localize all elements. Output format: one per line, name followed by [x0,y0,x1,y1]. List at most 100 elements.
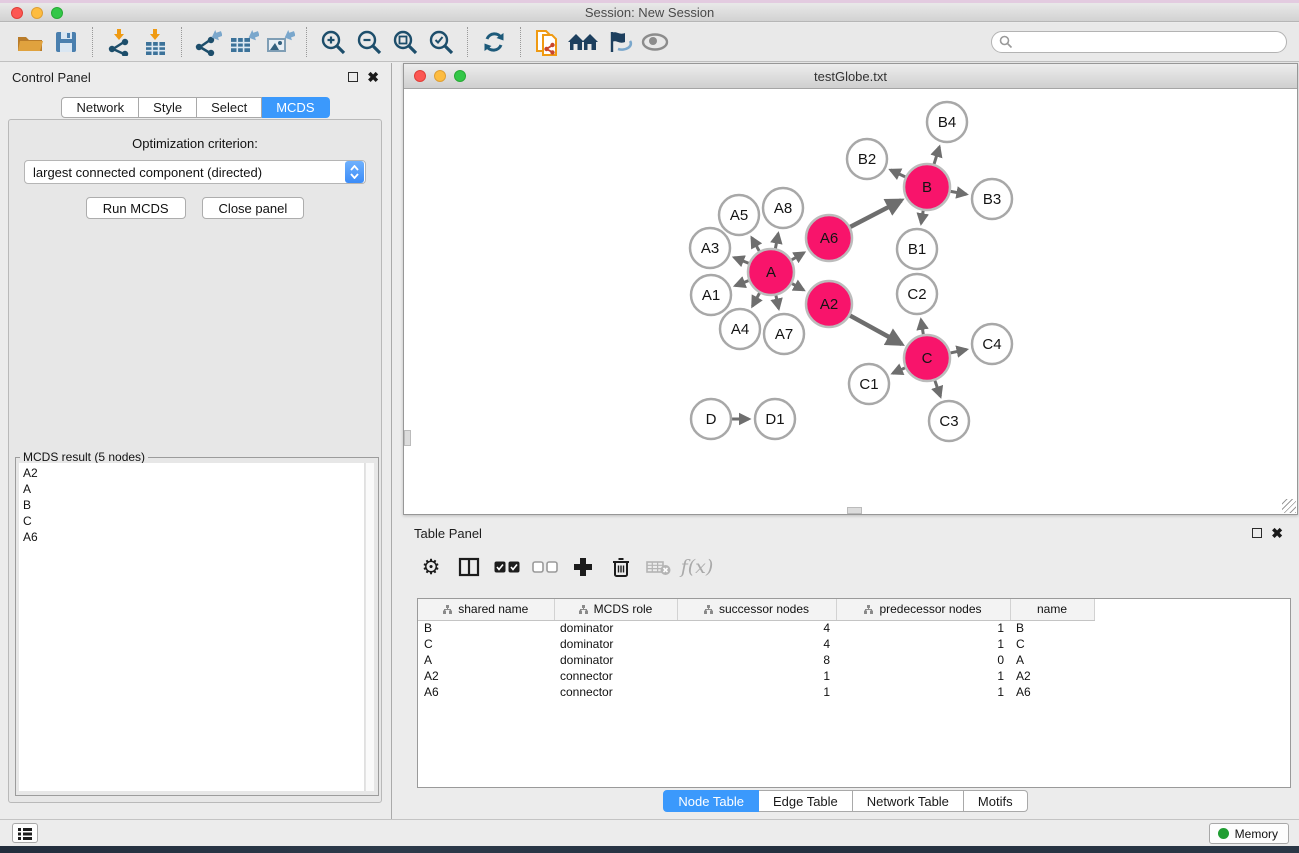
search-input[interactable] [991,31,1287,53]
result-list-item[interactable]: A [23,481,364,497]
result-list-item[interactable]: B [23,497,364,513]
node-C2[interactable]: C2 [897,274,937,314]
edge-C-C3[interactable] [935,381,941,397]
result-list-item[interactable]: A2 [23,465,364,481]
select-all-button[interactable] [488,550,526,584]
zoom-selected-button[interactable] [423,26,459,58]
vertical-scrollbar-grip[interactable] [404,430,411,446]
edge-C-C2[interactable] [921,320,923,335]
table-settings-button[interactable]: ⚙ [412,550,450,584]
node-D[interactable]: D [691,399,731,439]
edge-B-B4[interactable] [934,147,939,164]
node-B[interactable]: B [904,164,950,210]
tab-node-table[interactable]: Node Table [663,790,759,812]
zoom-out-button[interactable] [351,26,387,58]
node-B2[interactable]: B2 [847,139,887,179]
column-header-predecessor-nodes[interactable]: predecessor nodes [836,599,1010,620]
tab-style[interactable]: Style [139,97,197,118]
column-header-successor-nodes[interactable]: successor nodes [677,599,836,620]
task-history-button[interactable] [12,823,38,843]
result-list-item[interactable]: C [23,513,364,529]
tab-edge-table[interactable]: Edge Table [759,790,853,812]
table-row[interactable]: Adominator80A [418,652,1094,668]
node-C4[interactable]: C4 [972,324,1012,364]
node-A3[interactable]: A3 [690,228,730,268]
result-list-item[interactable]: A6 [23,529,364,545]
edge-A-A3[interactable] [734,258,748,264]
zoom-fit-button[interactable] [387,26,423,58]
tab-motifs[interactable]: Motifs [964,790,1028,812]
edge-C-C1[interactable] [893,368,905,374]
edge-C-C4[interactable] [950,349,966,352]
node-A7[interactable]: A7 [764,314,804,354]
import-table-button[interactable] [137,26,173,58]
edge-A-A2[interactable] [792,284,804,290]
add-column-button[interactable] [564,550,602,584]
edge-B-B1[interactable] [921,211,923,224]
node-C1[interactable]: C1 [849,364,889,404]
node-A2[interactable]: A2 [806,281,852,327]
delete-column-button[interactable] [602,550,640,584]
network-canvas[interactable]: B4 B2 B B3 B1 A5A8A6 A3 A A1A4A7A2 C2 C C4 C1 C3 D D1 [404,90,1297,514]
column-header-name[interactable]: name [1010,599,1094,620]
run-mcds-button[interactable]: Run MCDS [86,197,186,219]
tab-mcds[interactable]: MCDS [262,97,329,118]
houses-button[interactable] [565,26,601,58]
export-image-button[interactable] [262,26,298,58]
node-D1[interactable]: D1 [755,399,795,439]
node-C3[interactable]: C3 [929,401,969,441]
column-header-shared-name[interactable]: shared name [418,599,554,620]
node-C[interactable]: C [904,335,950,381]
tab-select[interactable]: Select [197,97,262,118]
node-A[interactable]: A [748,249,794,295]
float-panel-icon[interactable] [348,72,358,82]
column-header-MCDS-role[interactable]: MCDS role [554,599,677,620]
close-panel-icon[interactable]: ✖ [367,72,379,82]
edge-B-B3[interactable] [951,191,967,194]
deselect-all-button[interactable] [526,550,564,584]
edge-A2-C[interactable] [850,316,902,344]
table-row[interactable]: A2connector11A2 [418,668,1094,684]
float-table-panel-icon[interactable] [1252,528,1262,538]
tab-network-table[interactable]: Network Table [853,790,964,812]
import-network-button[interactable] [101,26,137,58]
criterion-dropdown[interactable]: largest connected component (directed) [24,160,366,184]
edge-A6-B[interactable] [850,200,901,227]
memory-button[interactable]: Memory [1209,823,1289,844]
open-file-button[interactable] [12,26,48,58]
show-columns-button[interactable] [450,550,488,584]
close-panel-button[interactable]: Close panel [202,197,305,219]
network-window-titlebar[interactable]: testGlobe.txt [404,64,1297,89]
flag-button[interactable] [601,26,637,58]
edge-A-A4[interactable] [752,293,759,306]
table-row[interactable]: Bdominator41B [418,620,1094,636]
node-A8[interactable]: A8 [763,188,803,228]
resize-grip-icon[interactable] [1282,499,1296,513]
mcds-result-list[interactable]: A2ABCA6 [19,463,365,791]
save-session-button[interactable] [48,26,84,58]
eye-button[interactable] [637,26,673,58]
node-B4[interactable]: B4 [927,102,967,142]
main-titlebar[interactable]: Session: New Session [0,3,1299,22]
edge-A-A1[interactable] [735,281,748,286]
table-row[interactable]: Cdominator41C [418,636,1094,652]
node-B1[interactable]: B1 [897,229,937,269]
tab-network[interactable]: Network [61,97,139,118]
close-table-panel-icon[interactable]: ✖ [1271,528,1283,538]
edge-A-A8[interactable] [775,234,778,249]
export-table-button[interactable] [226,26,262,58]
result-scrollbar[interactable] [365,463,374,791]
node-A5[interactable]: A5 [719,195,759,235]
horizontal-scrollbar-grip[interactable] [847,507,862,514]
node-A4[interactable]: A4 [720,309,760,349]
network-document-share-button[interactable] [529,26,565,58]
edge-A-A6[interactable] [792,253,804,260]
edge-A-A5[interactable] [752,238,760,251]
table-row[interactable]: A6connector11A6 [418,684,1094,700]
node-A6[interactable]: A6 [806,215,852,261]
refresh-button[interactable] [476,26,512,58]
node-A1[interactable]: A1 [691,275,731,315]
zoom-in-button[interactable] [315,26,351,58]
node-B3[interactable]: B3 [972,179,1012,219]
edge-A-A7[interactable] [776,295,779,308]
